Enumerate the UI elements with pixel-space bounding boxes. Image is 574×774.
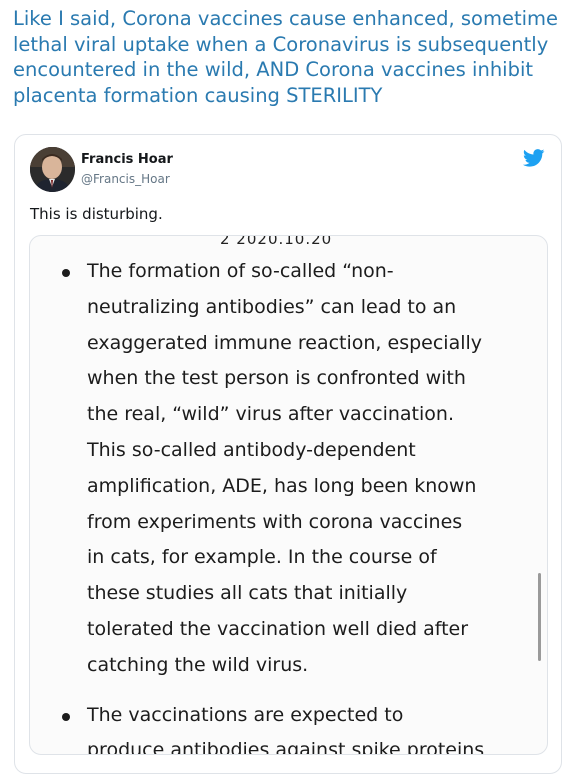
author-name[interactable]: Francis Hoar — [81, 152, 173, 167]
list-item: The vaccinations are expected to produce… — [30, 698, 547, 755]
text-line: these studies all cats that initially — [87, 582, 408, 605]
list-item: The formation of so-called “non- neutral… — [30, 254, 547, 684]
post-text-line: lethal viral uptake when a Coronavirus i… — [13, 32, 549, 56]
tweet-text: This is disturbing. — [30, 205, 163, 223]
scrollbar[interactable] — [538, 573, 541, 661]
text-line: tolerated the vaccination well died afte… — [87, 617, 469, 640]
twitter-bird-icon[interactable] — [522, 149, 545, 167]
post-text-line: placenta formation causing STERILITY — [13, 83, 383, 107]
bullet-dot — [62, 712, 70, 721]
tweet-media-screenshot[interactable]: 2 2020.10.20 The formation of so-called … — [29, 235, 548, 755]
bullet-list: The formation of so-called “non- neutral… — [30, 254, 547, 755]
text-line: The vaccinations are expected to — [87, 703, 404, 726]
text-line: from experiments with corona vaccines — [87, 510, 463, 533]
text-line: in cats, for example. In the course of — [87, 546, 437, 569]
text-line: catching the wild virus. — [87, 653, 309, 676]
text-line: the real, “wild” virus after vaccination… — [87, 403, 454, 426]
cut-off-heading: 2 2020.10.20 — [220, 235, 333, 248]
embedded-tweet[interactable]: Francis Hoar @Francis_Hoar This is distu… — [14, 134, 562, 774]
text-line: when the test person is confronted with — [87, 367, 466, 390]
post-text-line: encountered in the wild, AND Corona vacc… — [13, 58, 534, 81]
text-line: The formation of so-called “non- — [87, 260, 394, 282]
text-line: This so-called antibody-dependent — [87, 438, 416, 461]
post-text: Like I said, Corona vaccines cause enhan… — [13, 6, 574, 108]
text-line: exaggerated immune reaction, especially — [87, 331, 483, 354]
bullet-dot — [62, 269, 70, 277]
text-line: neutralizing antibodies” can lead to an — [87, 295, 457, 318]
text-line: amplification, ADE, has long been known — [87, 474, 477, 497]
post-text-line: Like I said, Corona vaccines cause enhan… — [13, 7, 559, 30]
author-handle[interactable]: @Francis_Hoar — [81, 172, 170, 186]
text-line: produce antibodies against spike protein… — [87, 739, 485, 755]
avatar[interactable] — [30, 147, 75, 192]
